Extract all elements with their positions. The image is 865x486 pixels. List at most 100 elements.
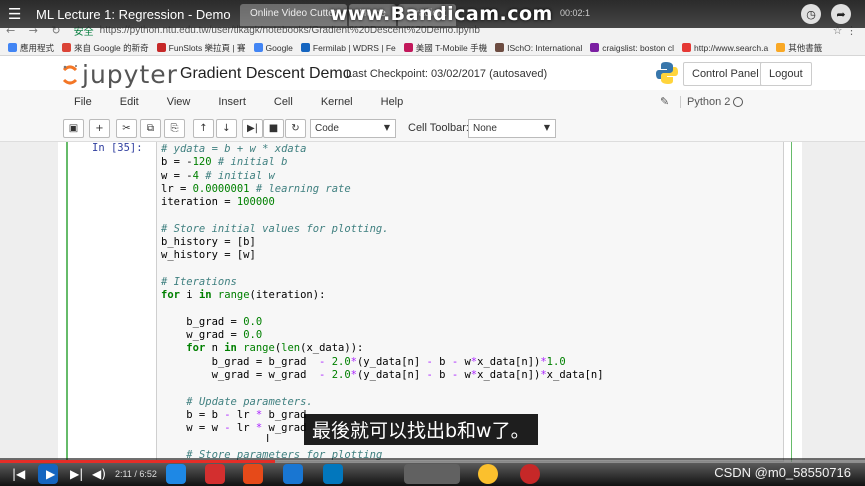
video-title-bar: ☰ ML Lecture 1: Regression - Demo Online… [0, 0, 865, 28]
screen: ☰ ML Lecture 1: Regression - Demo Online… [0, 0, 865, 486]
kernel-status-icon [733, 97, 743, 107]
volume-icon[interactable]: ◀) [92, 467, 106, 481]
bookmark-icon [253, 43, 263, 52]
celltoolbar-label: Cell Toolbar: [408, 122, 469, 134]
chevron-down-icon: ▼ [383, 123, 390, 132]
csdn-watermark: CSDN @m0_58550716 [714, 465, 851, 480]
code-line: b = -120 # initial b [161, 156, 288, 169]
menu-file[interactable]: File [74, 96, 92, 108]
jupyter-logo[interactable]: jupyter [62, 60, 178, 89]
celltoolbar-select[interactable]: None ▼ [468, 119, 556, 138]
bookmark-icon [495, 43, 505, 52]
play-icon[interactable]: ▶ [46, 467, 55, 481]
bookmark-item[interactable]: Google [253, 43, 293, 53]
next-icon[interactable]: ▶| [70, 467, 83, 481]
menu-bar: File Edit View Insert Cell Kernel Help ✎… [0, 90, 865, 114]
bookmark-item[interactable]: 來自 Google 的新奇 [62, 42, 149, 54]
kernel-name: Python 2 [680, 96, 730, 108]
move-up-icon[interactable]: ↑ [193, 119, 214, 138]
taskbar-app-icon[interactable] [166, 464, 186, 484]
checkpoint-status: Last Checkpoint: 03/02/2017 (autosaved) [346, 68, 548, 80]
code-line: # ydata = b + w * xdata [161, 143, 307, 155]
folder-icon [776, 43, 786, 52]
notebook-name[interactable]: Gradient Descent Demo [180, 65, 352, 83]
interrupt-kernel-icon[interactable]: ■ [263, 119, 284, 138]
bookmark-item[interactable]: craigslist: boston cl [590, 43, 674, 53]
edit-pencil-icon[interactable]: ✎ [660, 95, 669, 108]
video-progress-bar[interactable] [0, 460, 865, 463]
video-title: ML Lecture 1: Regression - Demo [36, 6, 231, 22]
bookmarks-bar: 應用程式 來自 Google 的新奇 FunSlots 樂拉頁 | 賽 Goog… [0, 40, 865, 56]
taskbar-app-icon[interactable] [205, 464, 225, 484]
code-line: b_grad = b_grad - 2.0*(y_data[n] - b - w… [161, 355, 566, 368]
menu-insert[interactable]: Insert [218, 96, 246, 108]
insert-cell-icon[interactable]: + [89, 119, 110, 138]
bookmark-item[interactable]: 應用程式 [8, 42, 54, 54]
bookmark-icon [590, 43, 600, 52]
menu-cell[interactable]: Cell [274, 96, 293, 108]
bookmark-item[interactable]: 其他書籤 [776, 42, 822, 54]
bookmark-icon [403, 43, 413, 52]
clock-icon[interactable]: ◷ [801, 4, 821, 24]
chrome-icon[interactable] [478, 464, 498, 484]
code-line: for i in range(iteration): [161, 289, 326, 302]
bookmark-icon [62, 43, 72, 52]
previous-icon[interactable]: |◀ [12, 467, 25, 481]
copy-icon[interactable]: ⧉ [140, 119, 161, 138]
code-line: # Iterations [161, 275, 237, 288]
bookmark-icon [682, 43, 692, 52]
menu-help[interactable]: Help [381, 96, 404, 108]
video-progress-fill [0, 460, 276, 463]
menu-edit[interactable]: Edit [120, 96, 139, 108]
python-logo-icon [655, 61, 679, 90]
bookmark-icon [300, 43, 310, 52]
paste-icon[interactable]: ⎘ [164, 119, 185, 138]
cut-icon[interactable]: ✂ [116, 119, 137, 138]
code-line: w = -4 # initial w [161, 169, 275, 182]
text-cursor-icon: I [266, 432, 270, 445]
video-controls: |◀ ▶ ▶| ◀) 2:11 / 6:52 CSDN @m0_58550716 [0, 458, 865, 486]
hamburger-menu-icon[interactable]: ☰ [8, 5, 30, 23]
bookmark-item[interactable]: 美國 T-Mobile 手機 [403, 42, 487, 54]
video-actions: ◷ ➦ [801, 4, 851, 24]
menu-kernel[interactable]: Kernel [321, 96, 353, 108]
bookmark-item[interactable]: ISchO: International [495, 43, 582, 53]
video-time: 2:11 / 6:52 [115, 469, 157, 479]
menu-view[interactable]: View [167, 96, 191, 108]
code-line: w_grad = 0.0 [161, 329, 263, 342]
taskbar-app-icon[interactable] [243, 464, 263, 484]
cell-type-select[interactable]: Code ▼ [310, 119, 396, 138]
chevron-down-icon: ▼ [543, 123, 550, 132]
code-line: b_history = [b] [161, 236, 256, 249]
jupyter-header: jupyter Gradient Descent Demo Last Check… [0, 56, 865, 90]
video-subtitle: 最後就可以找出b和w了。 [304, 414, 538, 445]
taskbar-app-icon[interactable] [404, 464, 460, 484]
run-cell-icon[interactable]: ▶| [242, 119, 263, 138]
logout-button[interactable]: Logout [760, 62, 812, 86]
cell-prompt: In [35]: [92, 142, 143, 154]
taskbar-app-icon[interactable] [283, 464, 303, 484]
code-line: lr = 0.0000001 # learning rate [161, 182, 351, 195]
code-line: iteration = 100000 [161, 196, 275, 209]
code-line: for n in range(len(x_data)): [186, 342, 364, 355]
move-down-icon[interactable]: ↓ [216, 119, 237, 138]
taskbar-app-icon[interactable] [520, 464, 540, 484]
bookmark-item[interactable]: http://www.search.a [682, 43, 768, 53]
bookmark-icon [156, 43, 166, 52]
code-line: # Update parameters. [186, 395, 313, 408]
bookmark-icon [8, 43, 17, 52]
bookmark-item[interactable]: FunSlots 樂拉頁 | 賽 [156, 42, 246, 54]
restart-kernel-icon[interactable]: ↻ [285, 119, 306, 138]
toolbar: ▣ + ✂ ⧉ ⎘ ↑ ↓ ▶| ■ ↻ Code ▼ Cell Toolbar:… [0, 114, 865, 142]
taskbar-app-icon[interactable] [323, 464, 343, 484]
bookmark-item[interactable]: Fermilab | WDRS | Fe [300, 43, 396, 53]
share-icon[interactable]: ➦ [831, 4, 851, 24]
control-panel-button[interactable]: Control Panel [683, 62, 768, 86]
save-icon[interactable]: ▣ [63, 119, 84, 138]
code-line: w_grad = w_grad - 2.0*(y_data[n] - b - w… [161, 369, 604, 382]
code-line: w_history = [w] [161, 249, 256, 262]
jupyter-wordmark: jupyter [82, 60, 178, 89]
